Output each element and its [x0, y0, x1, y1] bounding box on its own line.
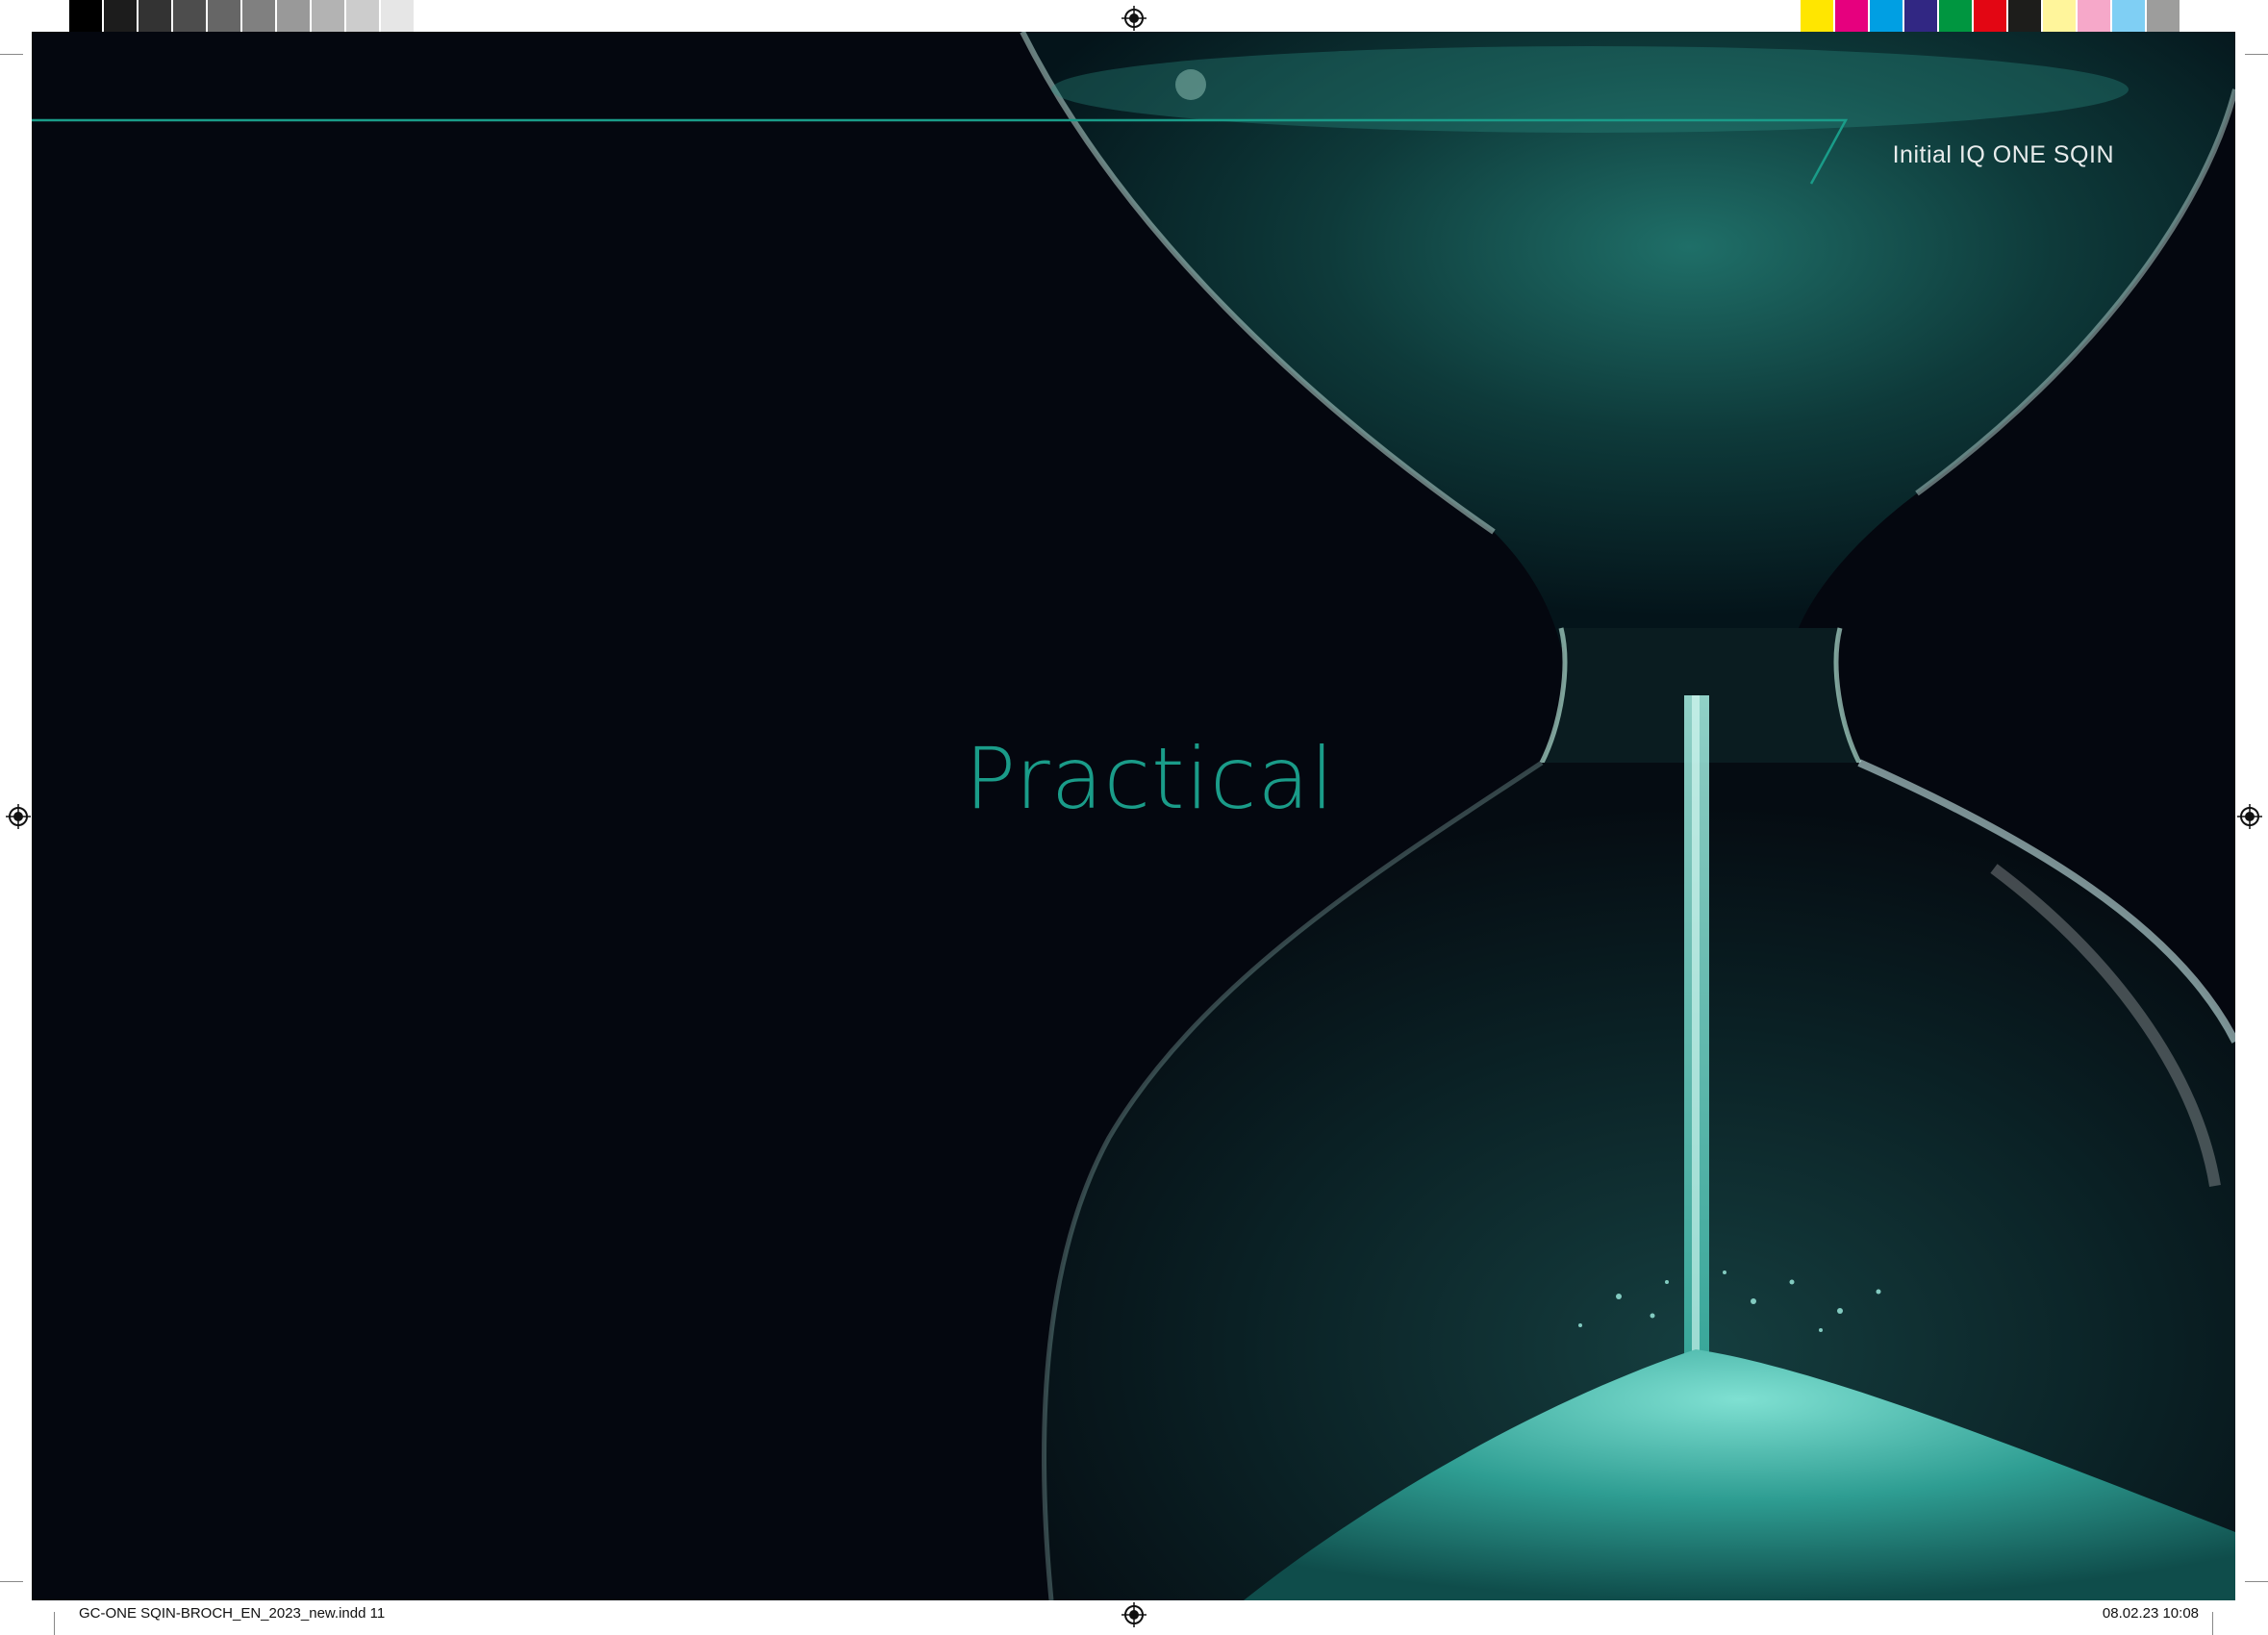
color-swatch: [312, 0, 346, 33]
color-swatch: [1835, 0, 1870, 33]
color-swatch: [346, 0, 381, 33]
section-label: Initial IQ ONE SQIN: [1892, 141, 2114, 168]
color-swatch: [2043, 0, 2078, 33]
registration-mark-right-icon: [2237, 804, 2262, 829]
crop-mark: [2245, 54, 2268, 55]
color-swatch: [1939, 0, 1974, 33]
crop-mark: [0, 54, 23, 55]
color-swatch: [173, 0, 208, 33]
color-swatch: [2112, 0, 2147, 33]
crop-mark: [2212, 1612, 2213, 1635]
date-slug: 08.02.23 10:08: [2102, 1605, 2199, 1622]
registration-mark-bottom-icon: [1121, 1602, 1147, 1627]
color-swatch: [1801, 0, 1835, 33]
header-rule: [32, 118, 1849, 185]
color-swatch: [1904, 0, 1939, 33]
crop-mark: [54, 1612, 55, 1635]
process-color-bar: [1801, 0, 2181, 33]
grayscale-color-bar: [69, 0, 450, 33]
color-swatch: [416, 0, 450, 33]
color-swatch: [69, 0, 104, 33]
crop-mark: [2245, 1581, 2268, 1582]
page-title: Practical: [965, 729, 1335, 828]
color-swatch: [2008, 0, 2043, 33]
file-slug: GC-ONE SQIN-BROCH_EN_2023_new.indd 11: [79, 1605, 386, 1622]
color-swatch: [242, 0, 277, 33]
color-swatch: [208, 0, 242, 33]
color-swatch: [2147, 0, 2181, 33]
color-swatch: [1870, 0, 1904, 33]
color-swatch: [277, 0, 312, 33]
color-swatch: [381, 0, 416, 33]
color-swatch: [139, 0, 173, 33]
color-swatch: [1974, 0, 2008, 33]
registration-mark-left-icon: [6, 804, 31, 829]
crop-mark: [0, 1581, 23, 1582]
color-swatch: [104, 0, 139, 33]
registration-mark-top-icon: [1121, 6, 1147, 31]
color-swatch: [2078, 0, 2112, 33]
brochure-page: Initial IQ ONE SQIN Practical: [32, 32, 2235, 1600]
